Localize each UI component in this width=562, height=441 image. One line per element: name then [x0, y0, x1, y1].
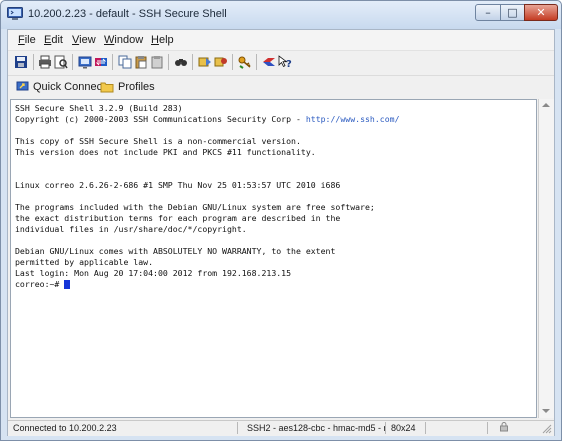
quick-connect-icon [16, 81, 29, 91]
new-file-transfer-icon[interactable] [94, 55, 108, 69]
close-button[interactable]: ✕ [524, 4, 558, 21]
lock-status-icon [500, 422, 508, 432]
terminal-line: Linux correo 2.6.26-2-686 #1 SMP Thu Nov… [15, 180, 341, 190]
folder-icon [100, 82, 114, 92]
cipher-status: SSH2 - aes128-cbc - hmac-md5 - nc [244, 422, 386, 434]
menu-edit[interactable]: Edit [44, 34, 63, 46]
resize-grip-icon[interactable] [542, 424, 552, 434]
toolbar: ? [8, 50, 554, 75]
terminal-prompt: correo:~# [15, 279, 65, 289]
profiles-label: Profiles [118, 80, 155, 93]
terminal-line-copyright: Copyright (c) 2000-2003 SSH Communicatio… [15, 114, 400, 124]
text-cursor [64, 280, 70, 289]
ssh-website-link[interactable]: http://www.ssh.com/ [306, 114, 400, 124]
title-bar[interactable]: 10.200.2.23 - default - SSH Secure Shell… [1, 1, 561, 29]
toolbar-separator [256, 54, 257, 70]
menu-help-accel: H [151, 34, 159, 46]
toolbar-separator [168, 54, 169, 70]
toolbar-separator [192, 54, 193, 70]
status-blank-cell [428, 422, 488, 434]
scroll-up-arrow-icon[interactable] [542, 103, 550, 107]
terminal-line: the exact distribution terms for each pr… [15, 213, 341, 223]
disconnect-icon[interactable] [262, 55, 276, 69]
print-icon[interactable] [38, 55, 52, 69]
terminal-line: This version does not include PKI and PK… [15, 147, 316, 157]
vertical-scrollbar[interactable] [538, 99, 554, 418]
print-preview-icon[interactable] [54, 55, 68, 69]
key-icon[interactable] [238, 55, 252, 69]
menu-file-accel: F [18, 34, 25, 46]
scroll-down-arrow-icon[interactable] [542, 409, 550, 413]
menu-window[interactable]: Window [104, 34, 143, 46]
toolbar-separator [232, 54, 233, 70]
menu-view[interactable]: View [72, 34, 96, 46]
menu-help-rest: elp [158, 34, 174, 46]
connection-status: Connected to 10.200.2.23 [10, 422, 238, 434]
profiles-button[interactable]: Profiles [100, 78, 155, 95]
terminal-line: Last login: Mon Aug 20 17:04:00 2012 fro… [15, 268, 292, 278]
toolbar-separator [112, 54, 113, 70]
client-area: File Edit View Window Help ? Quick Conne… [7, 29, 555, 436]
terminal-area[interactable]: SSH Secure Shell 3.2.9 (Build 283) Copyr… [10, 99, 537, 418]
ssh-window: 10.200.2.23 - default - SSH Secure Shell… [0, 0, 562, 441]
maximize-button[interactable]: □ [500, 4, 525, 21]
profiles-icon[interactable] [214, 55, 228, 69]
svg-text:?: ? [286, 59, 292, 69]
copyright-text: Copyright (c) 2000-2003 SSH Communicatio… [15, 114, 306, 124]
ssh-app-icon [7, 7, 23, 20]
minimize-button[interactable]: – [475, 4, 501, 21]
menu-file[interactable]: File [18, 34, 36, 46]
new-terminal-icon[interactable] [78, 55, 92, 69]
menu-file-rest: ile [24, 34, 36, 46]
toolbar-separator [72, 54, 73, 70]
help-icon[interactable]: ? [278, 55, 292, 69]
save-icon[interactable] [14, 55, 28, 69]
status-indicator [490, 422, 520, 434]
terminal-line: SSH Secure Shell 3.2.9 (Build 283) [15, 103, 183, 113]
menu-view-rest: iew [79, 34, 96, 46]
paste-special-icon[interactable] [150, 55, 164, 69]
terminal-line: Debian GNU/Linux comes with ABSOLUTELY N… [15, 246, 336, 256]
window-title: 10.200.2.23 - default - SSH Secure Shell [28, 8, 227, 20]
settings-icon[interactable] [198, 55, 212, 69]
terminal-line: This copy of SSH Secure Shell is a non-c… [15, 136, 301, 146]
terminal-line: permitted by applicable law. [15, 257, 154, 267]
menu-window-accel: W [104, 34, 115, 46]
menu-window-rest: indow [114, 34, 144, 46]
terminal-line: individual files in /usr/share/doc/*/cop… [15, 224, 247, 234]
toolbar-separator [33, 54, 34, 70]
find-icon[interactable] [174, 55, 188, 69]
copy-icon[interactable] [118, 55, 132, 69]
quick-connect-button[interactable]: Quick Connect [16, 78, 105, 95]
paste-icon[interactable] [134, 55, 148, 69]
quick-connect-label: Quick Connect [33, 80, 106, 93]
profile-bar: Quick Connect Profiles [8, 75, 554, 98]
terminal-line: The programs included with the Debian GN… [15, 202, 375, 212]
menu-bar: File Edit View Window Help [8, 30, 554, 50]
status-bar: Connected to 10.200.2.23 SSH2 - aes128-c… [8, 420, 554, 436]
terminal-size: 80x24 [388, 422, 426, 434]
menu-edit-rest: dit [51, 34, 63, 46]
menu-help[interactable]: Help [151, 34, 174, 46]
